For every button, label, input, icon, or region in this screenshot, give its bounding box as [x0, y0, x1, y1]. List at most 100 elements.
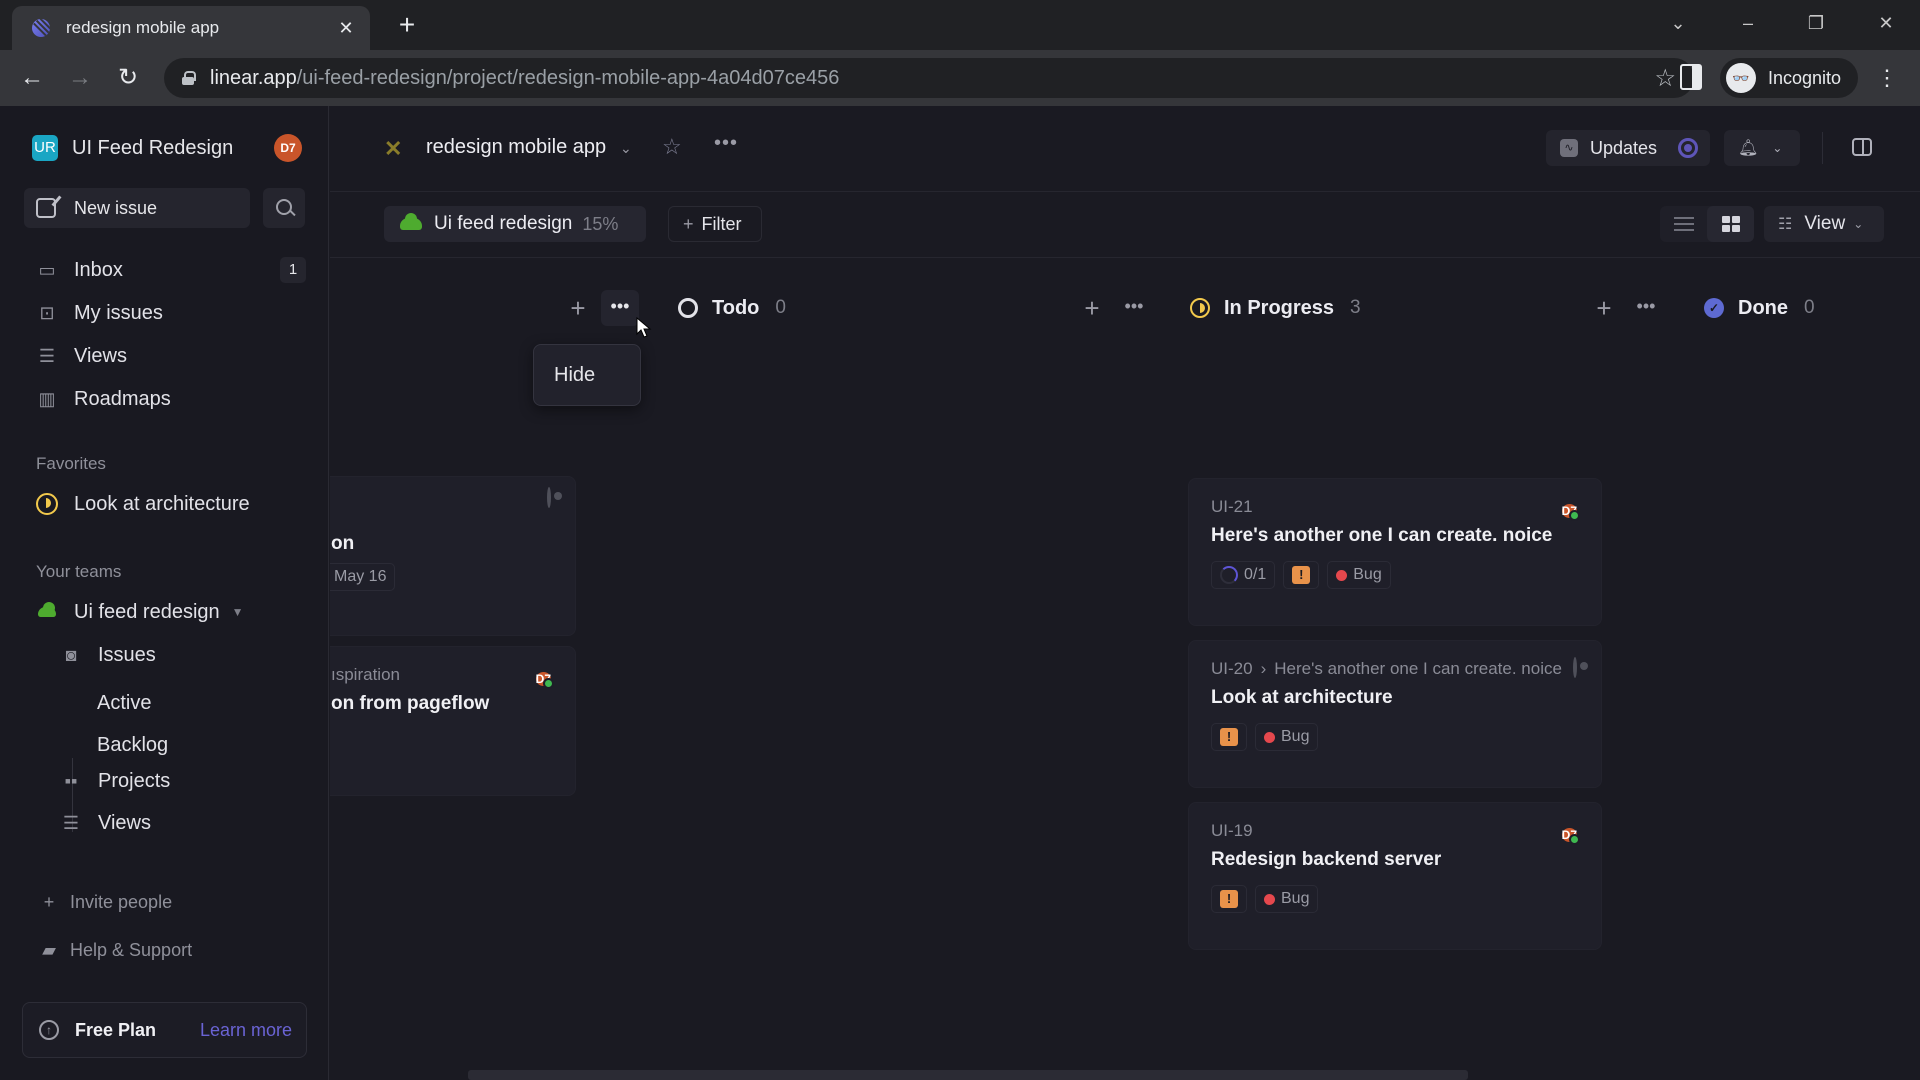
view-options-button[interactable]: ☷ View ⌄ — [1764, 206, 1884, 242]
search-button[interactable] — [263, 188, 305, 228]
team-item-active[interactable]: Active — [97, 692, 151, 715]
progress-ring-icon — [1220, 566, 1238, 584]
sidebar-item-views[interactable]: ☰ Views — [24, 338, 306, 374]
assignee-avatar: D7 — [1561, 497, 1580, 525]
my-issues-icon: ⊡ — [39, 302, 55, 323]
priority-tag: ! — [1211, 723, 1247, 751]
column-menu-in-progress-button[interactable]: ••• — [1627, 290, 1665, 326]
bug-label-dot-icon — [1264, 731, 1275, 743]
updates-label: Updates — [1590, 137, 1658, 158]
bell-icon: 🔔︎ — [1738, 140, 1759, 157]
issue-id: UI-19 — [1211, 821, 1253, 840]
team-ui-feed-redesign[interactable]: Ui feed redesign ▼ — [24, 594, 306, 630]
issue-card[interactable]: on May 16 — [330, 476, 576, 636]
new-issue-button[interactable]: New issue — [24, 188, 250, 228]
project-tools-icon: ✕ — [384, 136, 403, 161]
column-count: 3 — [1350, 297, 1361, 318]
sidebar-item-label: Roadmaps — [74, 387, 171, 410]
lock-icon — [182, 71, 196, 85]
team-item-projects[interactable]: ▪▪ Projects — [60, 764, 300, 798]
favorite-look-at-architecture[interactable]: Look at architecture — [24, 486, 306, 522]
issue-title: Here's another one I can create. noice — [1211, 525, 1553, 546]
unassigned-avatar-icon — [547, 487, 551, 508]
side-panel-icon[interactable] — [1680, 64, 1702, 90]
issue-card-ui-21[interactable]: UI-21 Here's another one I can create. n… — [1188, 478, 1602, 626]
list-icon — [1673, 217, 1694, 231]
updates-button[interactable]: ∿ Updates — [1546, 130, 1710, 166]
issue-card-ui-19[interactable]: UI-19 Redesign backend server D7 ! Bug — [1188, 802, 1602, 950]
team-filter-chip[interactable]: Ui feed redesign 15% — [384, 206, 646, 242]
issue-card[interactable]: ıspiration on from pageflow D7 — [330, 646, 576, 796]
invite-people-button[interactable]: + Invite people — [40, 892, 172, 913]
inbox-icon: ▭ — [38, 259, 56, 280]
team-item-views[interactable]: ☰ Views — [60, 806, 300, 840]
learn-more-link[interactable]: Learn more — [200, 1020, 292, 1041]
reload-button[interactable]: ↻ — [112, 62, 144, 94]
minimize-button[interactable]: – — [1728, 8, 1768, 38]
team-chip-progress: 15% — [582, 213, 619, 234]
bookmark-star-icon[interactable]: ☆ — [1654, 64, 1676, 93]
plan-label: Free Plan — [75, 1019, 157, 1040]
board-icon — [1721, 216, 1740, 232]
horizontal-scrollbar[interactable] — [468, 1070, 1468, 1080]
incognito-profile-button[interactable]: 👓 Incognito — [1720, 58, 1858, 98]
compose-icon — [36, 198, 56, 218]
forward-button[interactable]: → — [64, 62, 96, 94]
column-header-done: ✓ Done 0 — [1704, 290, 1815, 326]
project-board: ✕ redesign mobile app ⌄ ☆ ••• ∿ Updates … — [330, 106, 1920, 1080]
browser-tab-bar: redesign mobile app ✕ + ⌄ – ❐ ✕ — [0, 0, 1920, 50]
sidebar-item-inbox[interactable]: ▭ Inbox 1 — [24, 252, 306, 288]
team-item-label: Projects — [98, 769, 171, 792]
favorite-star-icon[interactable]: ☆ — [662, 134, 682, 160]
column-menu-todo-button[interactable]: ••• — [1115, 290, 1153, 326]
tab-close-icon[interactable]: ✕ — [336, 18, 356, 39]
sidebar-item-my-issues[interactable]: ⊡ My issues — [24, 295, 306, 331]
in-progress-status-icon — [1190, 298, 1210, 318]
back-button[interactable]: ← — [16, 62, 48, 94]
sidebar-item-roadmaps[interactable]: ▥ Roadmaps — [24, 381, 306, 417]
address-bar: ← → ↻ linear.app/ui-feed-redesign/projec… — [0, 50, 1920, 106]
team-item-issues[interactable]: ◙ Issues — [60, 638, 300, 672]
urgent-priority-icon: ! — [1220, 728, 1238, 746]
filter-label: Filter — [701, 213, 742, 234]
bug-label-dot-icon — [1336, 569, 1348, 581]
tab-search-chevron-icon[interactable]: ⌄ — [1658, 8, 1698, 38]
filter-button[interactable]: + Filter — [668, 206, 762, 242]
workspace-switcher[interactable]: UR UI Feed Redesign D7 — [32, 132, 302, 164]
list-layout-button[interactable] — [1660, 206, 1707, 242]
add-issue-in-progress-button[interactable]: + — [1589, 290, 1619, 326]
plus-icon: + — [683, 213, 694, 234]
issue-title-fragment: on — [331, 533, 355, 554]
help-support-button[interactable]: ▰ Help & Support — [40, 940, 192, 961]
notifications-button[interactable]: 🔔︎ ⌄ — [1724, 130, 1800, 166]
menu-item-hide[interactable]: Hide — [554, 364, 595, 387]
issue-card-ui-20[interactable]: UI-20 › Here's another one I can create. n… — [1188, 640, 1602, 788]
teams-heading: Your teams — [36, 562, 122, 581]
chevron-down-icon[interactable]: ⌄ — [620, 140, 632, 157]
browser-menu-icon[interactable]: ⋮ — [1876, 62, 1898, 94]
toggle-details-panel-icon[interactable] — [1852, 138, 1872, 156]
project-more-icon[interactable]: ••• — [714, 132, 738, 155]
incognito-label: Incognito — [1768, 67, 1842, 88]
workspace-name: UI Feed Redesign — [72, 136, 234, 159]
caret-down-icon: ▼ — [231, 605, 244, 619]
column-title: In Progress — [1224, 296, 1335, 319]
close-window-button[interactable]: ✕ — [1866, 8, 1906, 38]
project-title[interactable]: redesign mobile app — [426, 136, 606, 159]
team-item-label: Views — [98, 811, 151, 834]
priority-tag: ! — [1283, 561, 1320, 589]
restore-button[interactable]: ❐ — [1796, 8, 1836, 38]
issue-title: Redesign backend server — [1211, 849, 1442, 870]
new-tab-button[interactable]: + — [392, 10, 422, 40]
subissue-progress-tag: 0/1 — [1211, 561, 1276, 589]
url-path: /ui-feed-redesign/project/redesign-mobil… — [296, 66, 840, 89]
board-layout-button[interactable] — [1707, 206, 1754, 242]
new-issue-label: New issue — [74, 197, 158, 218]
add-issue-todo-button[interactable]: + — [1077, 290, 1107, 326]
user-avatar[interactable]: D7 — [274, 134, 302, 162]
online-status-icon — [543, 678, 554, 689]
team-item-backlog[interactable]: Backlog — [97, 734, 168, 757]
browser-tab[interactable]: redesign mobile app ✕ — [12, 6, 370, 50]
bug-label-dot-icon — [1264, 893, 1275, 905]
url-input[interactable]: linear.app/ui-feed-redesign/project/rede… — [164, 58, 1694, 98]
